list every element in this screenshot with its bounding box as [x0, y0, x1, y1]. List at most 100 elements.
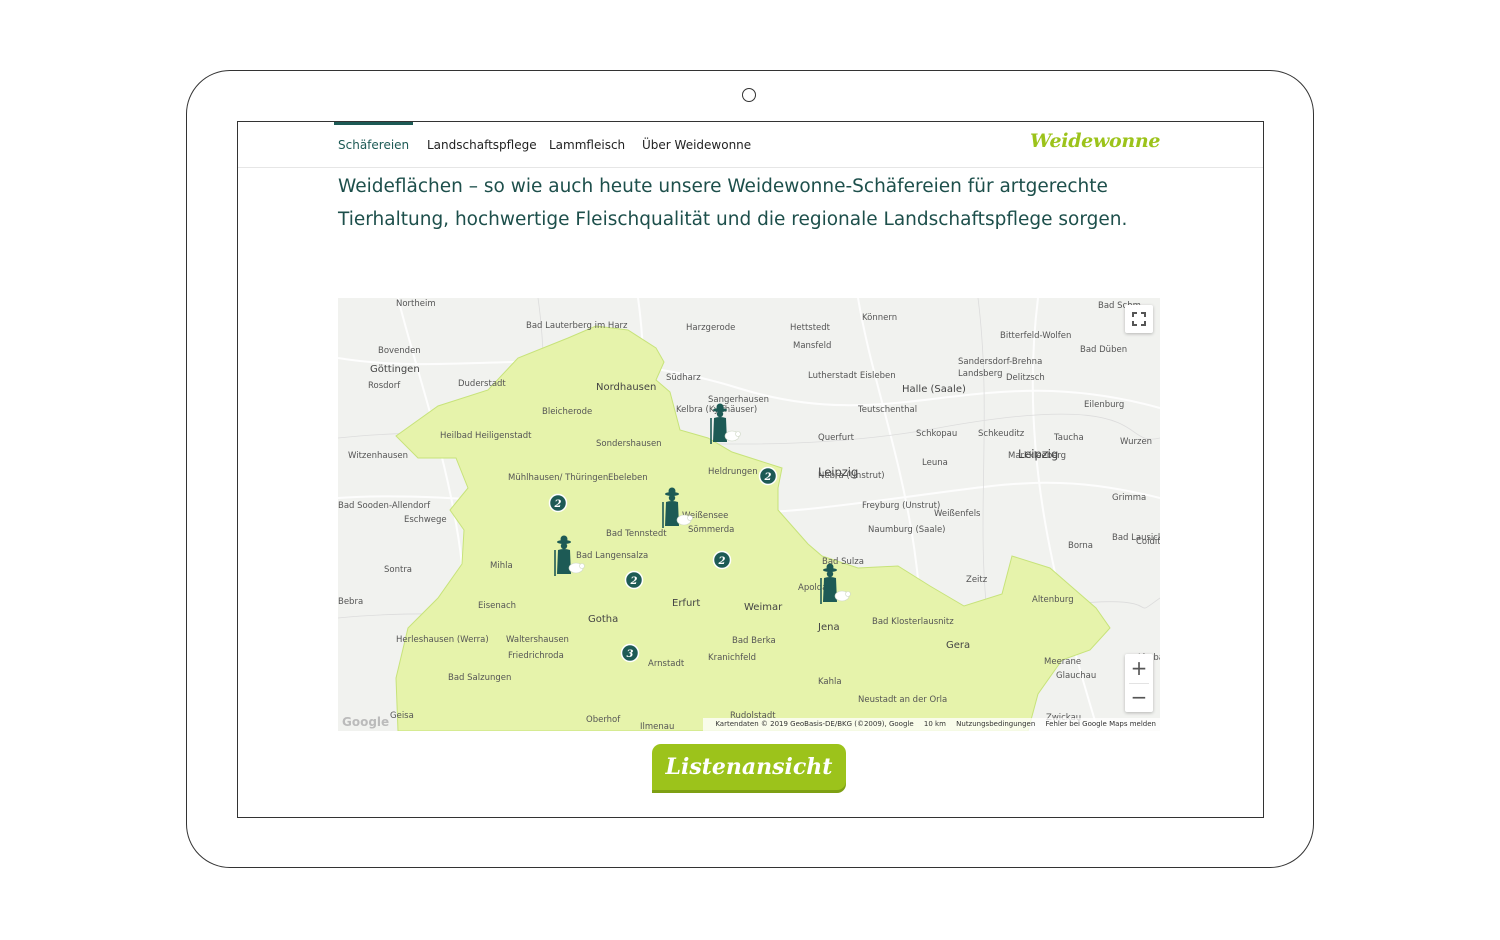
top-navigation: Schäfereien Landschaftspflege Lammfleisc… [238, 122, 1263, 168]
map-place-label: Bad Düben [1080, 345, 1127, 355]
map-place-label: Ebeleben [608, 473, 648, 483]
map-place-label: Borna [1068, 541, 1093, 551]
map-place-label: Altenburg [1032, 595, 1074, 605]
map-place-label: Bad Sooden-Allendorf [338, 501, 431, 511]
map-place-label: Bad Berka [732, 636, 776, 646]
map-place-label: Neustadt an der Orla [858, 695, 947, 705]
fullscreen-button[interactable] [1125, 305, 1153, 333]
map-place-label: Erfurt [672, 598, 700, 609]
map-place-label: Gotha [588, 614, 618, 625]
map-place-label: Glauchau [1056, 671, 1096, 681]
cluster-marker[interactable]: 2 [548, 493, 568, 513]
map-place-label: Meerane [1044, 657, 1081, 667]
scale-label[interactable]: 10 km [924, 720, 946, 728]
zoom-control: + − [1125, 654, 1153, 712]
map-place-label: Kahla [818, 677, 842, 687]
fullscreen-icon [1132, 312, 1146, 326]
map-place-label: Bleicherode [542, 407, 592, 417]
map-place-label: Hettstedt [790, 323, 831, 333]
map-place-label: Witzenhausen [348, 451, 408, 461]
tablet-camera [742, 88, 756, 102]
map-place-label: Jena [817, 622, 840, 633]
nav-ueber-weidewonne[interactable]: Über Weidewonne [642, 122, 751, 167]
map-place-label: Friedrichroda [508, 651, 564, 661]
report-link[interactable]: Fehler bei Google Maps melden [1046, 720, 1156, 728]
cluster-marker[interactable]: 2 [624, 570, 644, 590]
intro-line-2: Tierhaltung, hochwertige Fleischqualität… [338, 209, 1128, 230]
map-place-label: Colditz [1136, 537, 1160, 547]
map-place-label: Halle (Saale) [902, 384, 966, 395]
map[interactable]: Northeim Bad Lauterberg im Harz Harzgerode… [338, 298, 1160, 731]
map-place-label: Heilbad Heiligenstadt [440, 431, 532, 441]
map-canvas[interactable]: Northeim Bad Lauterberg im Harz Harzgerode… [338, 298, 1160, 731]
map-place-label: Oberhof [586, 715, 621, 725]
map-place-label: Sontra [384, 565, 412, 575]
map-place-label: Leuna [922, 458, 948, 468]
map-place-label: Schkopau [916, 429, 957, 439]
map-place-label: Sömmerda [688, 525, 734, 535]
cluster-marker[interactable]: 2 [758, 466, 778, 486]
map-place-label: Arnstadt [648, 659, 685, 669]
screen: Schäfereien Landschaftspflege Lammfleisc… [237, 121, 1264, 818]
cluster-count: 2 [630, 576, 638, 587]
map-place-label: Waltershausen [506, 635, 569, 645]
map-place-label: Sandersdorf-Brehna [958, 357, 1042, 367]
zoom-in-button[interactable]: + [1125, 654, 1153, 683]
nav-landschaftspflege[interactable]: Landschaftspflege [427, 122, 537, 167]
map-place-label: Bad Tennstedt [606, 529, 667, 539]
map-place-label: Bad Salzungen [448, 673, 511, 683]
map-place-label: Harzgerode [686, 323, 735, 333]
map-place-label: Sangerhausen [708, 395, 769, 405]
map-place-label: Geisa [390, 711, 414, 721]
google-logo[interactable]: Google [342, 715, 389, 729]
map-place-label: Nordhausen [596, 382, 656, 393]
map-place-label: Schkeuditz [978, 429, 1025, 439]
map-place-label: Northeim [396, 299, 436, 309]
map-place-label: Ilmenau [640, 722, 674, 731]
map-place-label: Kranichfeld [708, 653, 756, 663]
map-place-label: Bebra [338, 597, 363, 607]
map-place-label: Zeitz [966, 575, 988, 585]
map-place-label: Delitzsch [1006, 373, 1045, 383]
cluster-count: 3 [627, 649, 634, 660]
map-place-label: Eisenach [478, 601, 516, 611]
map-place-label: Querfurt [818, 433, 855, 443]
map-place-label: Göttingen [370, 364, 420, 375]
map-place-label: Gera [946, 640, 970, 651]
map-place-label: Eilenburg [1084, 400, 1124, 410]
map-place-label: Freyburg (Unstrut) [862, 501, 940, 511]
terms-link[interactable]: Nutzungsbedingungen [956, 720, 1035, 728]
nav-lammfleisch[interactable]: Lammfleisch [549, 122, 625, 167]
map-place-label: Mihla [490, 561, 513, 571]
cluster-count: 2 [764, 472, 772, 483]
map-place-label: Bitterfeld-Wolfen [1000, 331, 1071, 341]
cluster-marker[interactable]: 3 [620, 643, 640, 663]
map-place-label: Wurzen [1120, 437, 1152, 447]
cluster-count: 2 [554, 499, 562, 510]
map-place-label: Taucha [1053, 433, 1084, 443]
nav-schaefereien[interactable]: Schäfereien [333, 122, 414, 167]
map-attribution: Kartendaten © 2019 GeoBasis-DE/BKG (©200… [703, 718, 1160, 731]
map-place-label: Grimma [1112, 493, 1146, 503]
cluster-count: 2 [718, 556, 726, 567]
map-place-label: Weißenfels [934, 509, 981, 519]
brand-logo[interactable]: Weidewonne [1030, 130, 1161, 152]
zoom-out-button[interactable]: − [1125, 683, 1153, 712]
map-place-label: Heldrungen [708, 467, 758, 477]
map-place-label: Mühlhausen/ Thüringen [508, 473, 608, 483]
intro-text: Weideflächen – so wie auch heute unsere … [338, 170, 1158, 236]
list-view-button[interactable]: Listenansicht [652, 744, 846, 790]
attribution-text: Kartendaten © 2019 GeoBasis-DE/BKG (©200… [715, 720, 914, 728]
map-place-label: Apolda [798, 583, 827, 593]
map-place-label: Teutschenthal [857, 405, 917, 415]
map-place-label: Sondershausen [596, 439, 662, 449]
map-place-label: Bad Langensalza [576, 551, 648, 561]
map-place-label: Könnern [862, 313, 897, 323]
map-place-label: Nebra (Unstrut) [818, 471, 885, 481]
map-place-label: Bad Lauterberg im Harz [526, 321, 628, 331]
map-place-label: Leipzig [1018, 447, 1058, 461]
map-place-label: Weimar [744, 602, 783, 613]
cluster-marker[interactable]: 2 [712, 550, 732, 570]
map-place-label: Herleshausen (Werra) [396, 635, 489, 645]
map-place-label: Bad Klosterlausnitz [872, 617, 954, 627]
